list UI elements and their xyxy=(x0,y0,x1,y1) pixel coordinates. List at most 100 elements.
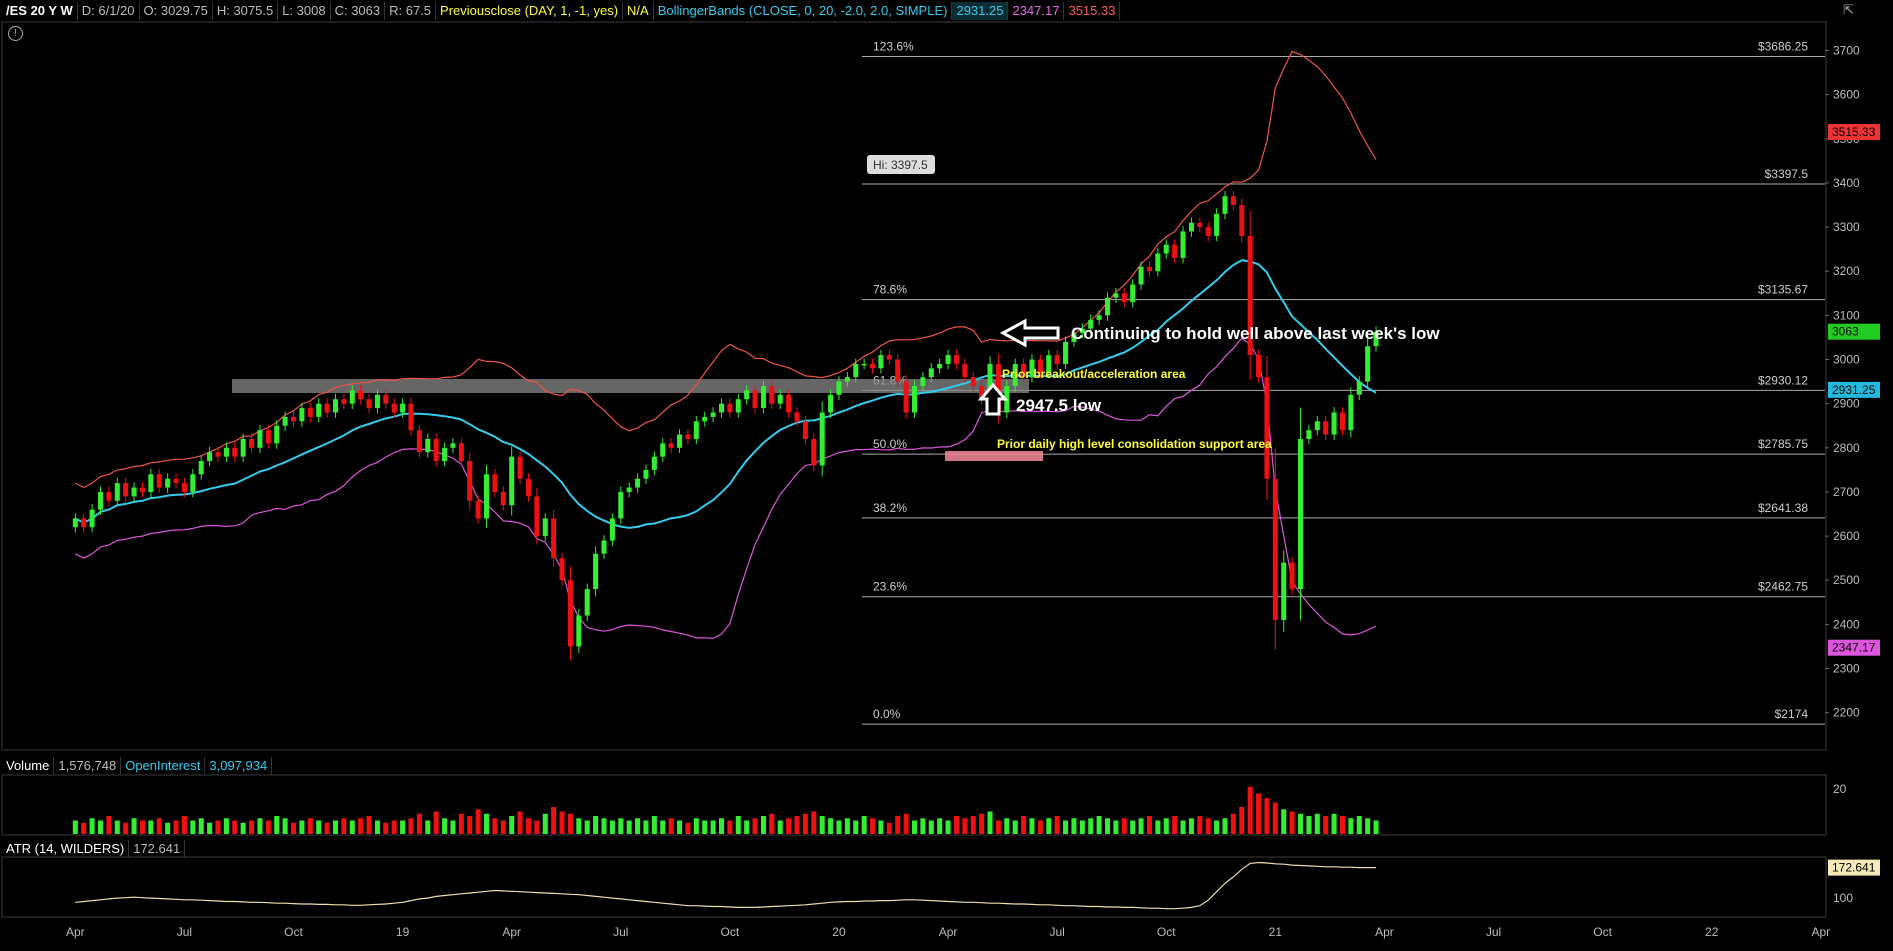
candle-body xyxy=(492,474,498,492)
candle-body xyxy=(635,478,641,488)
annotation-breakout: Prior breakout/acceleration area xyxy=(1002,367,1186,381)
candle-body xyxy=(89,509,95,528)
bollinger-bands xyxy=(74,50,1377,640)
info-icon[interactable]: ! xyxy=(8,26,23,41)
volume-bar xyxy=(861,816,867,834)
volume-bar xyxy=(324,822,330,834)
volume-label[interactable]: Volume xyxy=(2,757,55,775)
bb-mid-line xyxy=(74,259,1377,529)
volume-bar xyxy=(1121,818,1127,834)
volume-bar xyxy=(1012,820,1018,834)
candle-body xyxy=(1188,222,1194,232)
volume-bar xyxy=(1239,807,1245,834)
y-tick-label: 3300 xyxy=(1833,220,1860,234)
hi-label: Hi: 3397.5 xyxy=(873,158,928,172)
volume-bar xyxy=(173,820,179,834)
candle-body xyxy=(618,491,624,519)
candle-body xyxy=(903,381,909,413)
volume-bar xyxy=(828,818,834,834)
low-readout: L: 3008 xyxy=(278,2,331,20)
candle-body xyxy=(165,478,171,488)
volume-bar xyxy=(920,818,926,834)
candle-body xyxy=(425,438,431,453)
volume-bar xyxy=(1314,813,1320,834)
volume-bar xyxy=(668,818,674,834)
candle-body xyxy=(484,474,490,519)
candle-body xyxy=(458,443,464,462)
atr-label[interactable]: ATR (14, WILDERS) xyxy=(2,840,130,858)
volume-bar xyxy=(1054,816,1060,834)
candle-body xyxy=(500,491,506,506)
volume-bar xyxy=(1004,818,1010,834)
price-tag-label: 2347.17 xyxy=(1832,641,1876,655)
volume-bar xyxy=(207,822,213,834)
candle-body xyxy=(802,421,808,439)
price-tag-label: 2931.25 xyxy=(1832,383,1876,397)
volume-bar xyxy=(1037,820,1043,834)
candle-body xyxy=(593,553,599,590)
candle-body xyxy=(668,443,674,448)
candle-body xyxy=(777,394,783,404)
candle-body xyxy=(794,412,800,422)
oi-label[interactable]: OpenInterest xyxy=(121,757,206,775)
volume-bar xyxy=(123,822,129,834)
y-tick-label: 2900 xyxy=(1833,397,1860,411)
candle-body xyxy=(534,496,540,537)
fib-pct-label: 78.6% xyxy=(873,283,907,297)
volume-bar xyxy=(400,820,406,834)
candle-body xyxy=(962,363,968,378)
candle-body xyxy=(886,355,892,360)
y-tick-label: 2600 xyxy=(1833,529,1860,543)
volume-bar xyxy=(962,818,968,834)
candle-body xyxy=(609,518,615,541)
candle-body xyxy=(937,363,943,369)
volume-bar xyxy=(349,820,355,834)
volume-bar xyxy=(693,818,699,834)
volume-bar xyxy=(475,809,481,834)
candle-body xyxy=(819,412,825,466)
candle-body xyxy=(853,363,859,378)
candle-body xyxy=(257,430,263,448)
volume-bar xyxy=(836,820,842,834)
prevclose-study[interactable]: Previousclose (DAY, 1, -1, yes) xyxy=(436,2,624,20)
volume-bar xyxy=(1155,820,1161,834)
collapse-icon[interactable]: ⇱ xyxy=(1843,2,1857,17)
open-readout: O: 3029.75 xyxy=(140,2,213,20)
volume-bar xyxy=(139,820,145,834)
candle-body xyxy=(148,474,154,492)
volume-bar xyxy=(551,807,557,834)
candle-body xyxy=(584,589,590,616)
candle-body xyxy=(861,363,867,366)
fib-price-label: $3397.5 xyxy=(1765,167,1809,181)
volume-bar xyxy=(794,816,800,834)
candle-body xyxy=(1180,231,1186,258)
candle-body xyxy=(114,483,120,501)
bollinger-study[interactable]: BollingerBands (CLOSE, 0, 20, -2.0, 2.0,… xyxy=(654,2,953,20)
candle-body xyxy=(576,615,582,647)
volume-bar xyxy=(1222,818,1228,834)
candle-body xyxy=(1348,394,1354,431)
x-tick-label: Apr xyxy=(1811,925,1830,939)
x-tick-label: Apr xyxy=(939,925,958,939)
price-chart[interactable]: 123.6%$3686.25$3397.578.6%$3135.6761.8%$… xyxy=(0,0,1893,946)
volume-bar xyxy=(240,822,246,834)
volume-bar xyxy=(274,816,280,834)
candle-body xyxy=(677,434,683,448)
x-tick-label: Oct xyxy=(721,925,740,939)
volume-bar xyxy=(609,820,615,834)
y-tick-label: 2500 xyxy=(1833,573,1860,587)
candle-body xyxy=(324,403,330,413)
candle-body xyxy=(215,452,221,457)
price-tag-label: 3515.33 xyxy=(1832,125,1876,139)
volume-bar xyxy=(89,818,95,834)
candle-body xyxy=(693,421,699,439)
volume-bar xyxy=(853,820,859,834)
candle-body xyxy=(567,580,573,647)
volume-bar xyxy=(517,811,523,834)
candle-body xyxy=(517,456,523,479)
volume-bar xyxy=(1029,818,1035,834)
candle-body xyxy=(1146,266,1152,272)
bb-upper-line xyxy=(75,50,1377,489)
symbol-label[interactable]: /ES 20 Y W xyxy=(2,2,78,20)
volume-bar xyxy=(1264,798,1270,834)
